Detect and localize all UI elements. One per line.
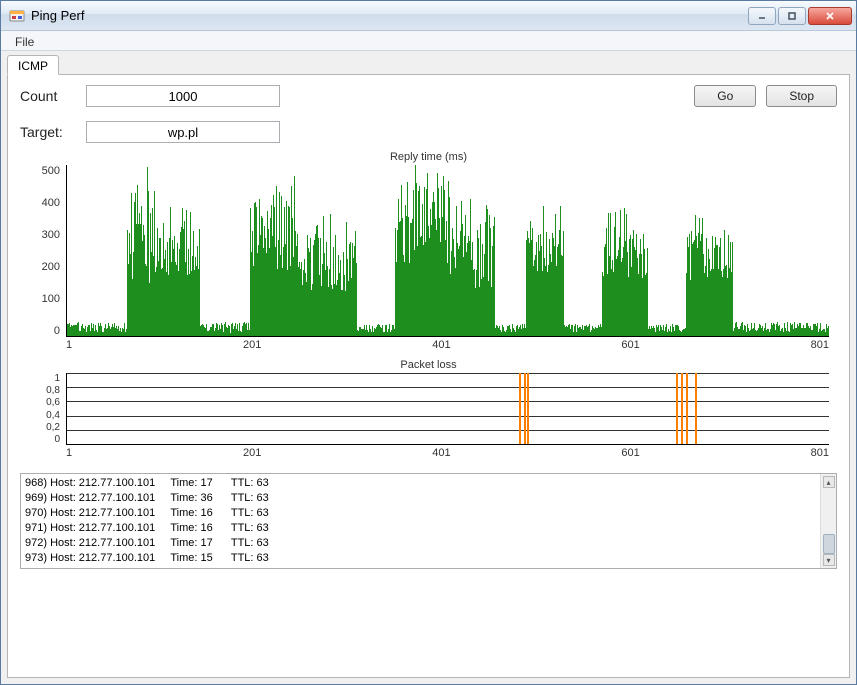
loss-event	[519, 373, 521, 444]
loss-y-axis: 10,80,6 0,40,20	[20, 373, 66, 445]
count-input[interactable]	[86, 85, 280, 107]
loss-event	[524, 373, 526, 444]
log-scrollbar[interactable]: ▴ ▾	[820, 474, 836, 568]
target-row: Target:	[20, 121, 837, 143]
y-tick: 0,4	[46, 410, 60, 421]
loss-event	[681, 373, 683, 444]
target-input[interactable]	[86, 121, 280, 143]
reply-bars	[67, 165, 829, 336]
y-tick: 0	[54, 325, 60, 337]
y-tick: 200	[42, 261, 60, 273]
scroll-down-button[interactable]: ▾	[823, 554, 835, 566]
y-tick: 100	[42, 293, 60, 305]
x-tick: 201	[243, 339, 261, 355]
window-controls	[748, 7, 852, 25]
y-tick: 400	[42, 197, 60, 209]
log-content[interactable]: 968) Host: 212.77.100.101 Time: 17 TTL: …	[21, 474, 820, 568]
app-icon	[9, 8, 25, 24]
menu-file[interactable]: File	[7, 33, 42, 51]
loss-chart-title: Packet loss	[20, 359, 837, 371]
loss-event	[527, 373, 529, 444]
minimize-button[interactable]	[748, 7, 776, 25]
y-tick: 1	[54, 373, 60, 384]
content-area: ICMP Count Go Stop Target: Reply time (m…	[1, 51, 856, 684]
x-tick: 401	[432, 447, 450, 463]
y-tick: 0,8	[46, 385, 60, 396]
x-tick: 401	[432, 339, 450, 355]
reply-y-axis: 500 400 300 200 100 0	[20, 165, 66, 337]
reply-chart-title: Reply time (ms)	[20, 151, 837, 163]
loss-event	[695, 373, 697, 444]
close-button[interactable]	[808, 7, 852, 25]
x-tick: 601	[621, 339, 639, 355]
loss-x-axis: 1 201 401 601 801	[66, 447, 829, 463]
log-row: 970) Host: 212.77.100.101 Time: 16 TTL: …	[25, 506, 816, 521]
window-title: Ping Perf	[31, 8, 748, 23]
tab-panel-icmp: Count Go Stop Target: Reply time (ms) 50…	[7, 74, 850, 678]
log-row: 973) Host: 212.77.100.101 Time: 15 TTL: …	[25, 551, 816, 566]
go-button[interactable]: Go	[694, 85, 756, 107]
scroll-thumb[interactable]	[823, 534, 835, 554]
loss-event	[686, 373, 688, 444]
log-row: 968) Host: 212.77.100.101 Time: 17 TTL: …	[25, 476, 816, 491]
count-label: Count	[20, 88, 76, 104]
stop-button[interactable]: Stop	[766, 85, 837, 107]
x-tick: 1	[66, 447, 72, 463]
loss-plot	[66, 373, 829, 445]
titlebar: Ping Perf	[1, 1, 856, 31]
tab-icmp[interactable]: ICMP	[7, 55, 59, 75]
x-tick: 801	[811, 447, 829, 463]
log-row: 969) Host: 212.77.100.101 Time: 36 TTL: …	[25, 491, 816, 506]
reply-x-axis: 1 201 401 601 801	[66, 339, 829, 355]
loss-event	[676, 373, 678, 444]
log-row: 971) Host: 212.77.100.101 Time: 16 TTL: …	[25, 521, 816, 536]
y-tick: 300	[42, 229, 60, 241]
maximize-button[interactable]	[778, 7, 806, 25]
y-tick: 0	[54, 434, 60, 445]
count-row: Count Go Stop	[20, 85, 837, 107]
tab-container: ICMP Count Go Stop Target: Reply time (m…	[7, 55, 850, 678]
packet-loss-chart: 10,80,60,40,20 1201401601801	[20, 373, 837, 463]
y-tick: 0,6	[46, 397, 60, 408]
reply-time-chart: 500 400 300 200 100 0 1 201 401 601 801	[20, 165, 837, 355]
x-tick: 201	[243, 447, 261, 463]
reply-plot	[66, 165, 829, 337]
loss-lines	[67, 373, 829, 444]
scroll-up-button[interactable]: ▴	[823, 476, 835, 488]
x-tick: 1	[66, 339, 72, 355]
x-tick: 601	[621, 447, 639, 463]
log-row: 972) Host: 212.77.100.101 Time: 17 TTL: …	[25, 536, 816, 551]
y-tick: 0,2	[46, 422, 60, 433]
target-label: Target:	[20, 124, 76, 140]
log-box: 968) Host: 212.77.100.101 Time: 17 TTL: …	[20, 473, 837, 569]
x-tick: 801	[811, 339, 829, 355]
y-tick: 500	[42, 165, 60, 177]
menubar: File	[1, 31, 856, 51]
